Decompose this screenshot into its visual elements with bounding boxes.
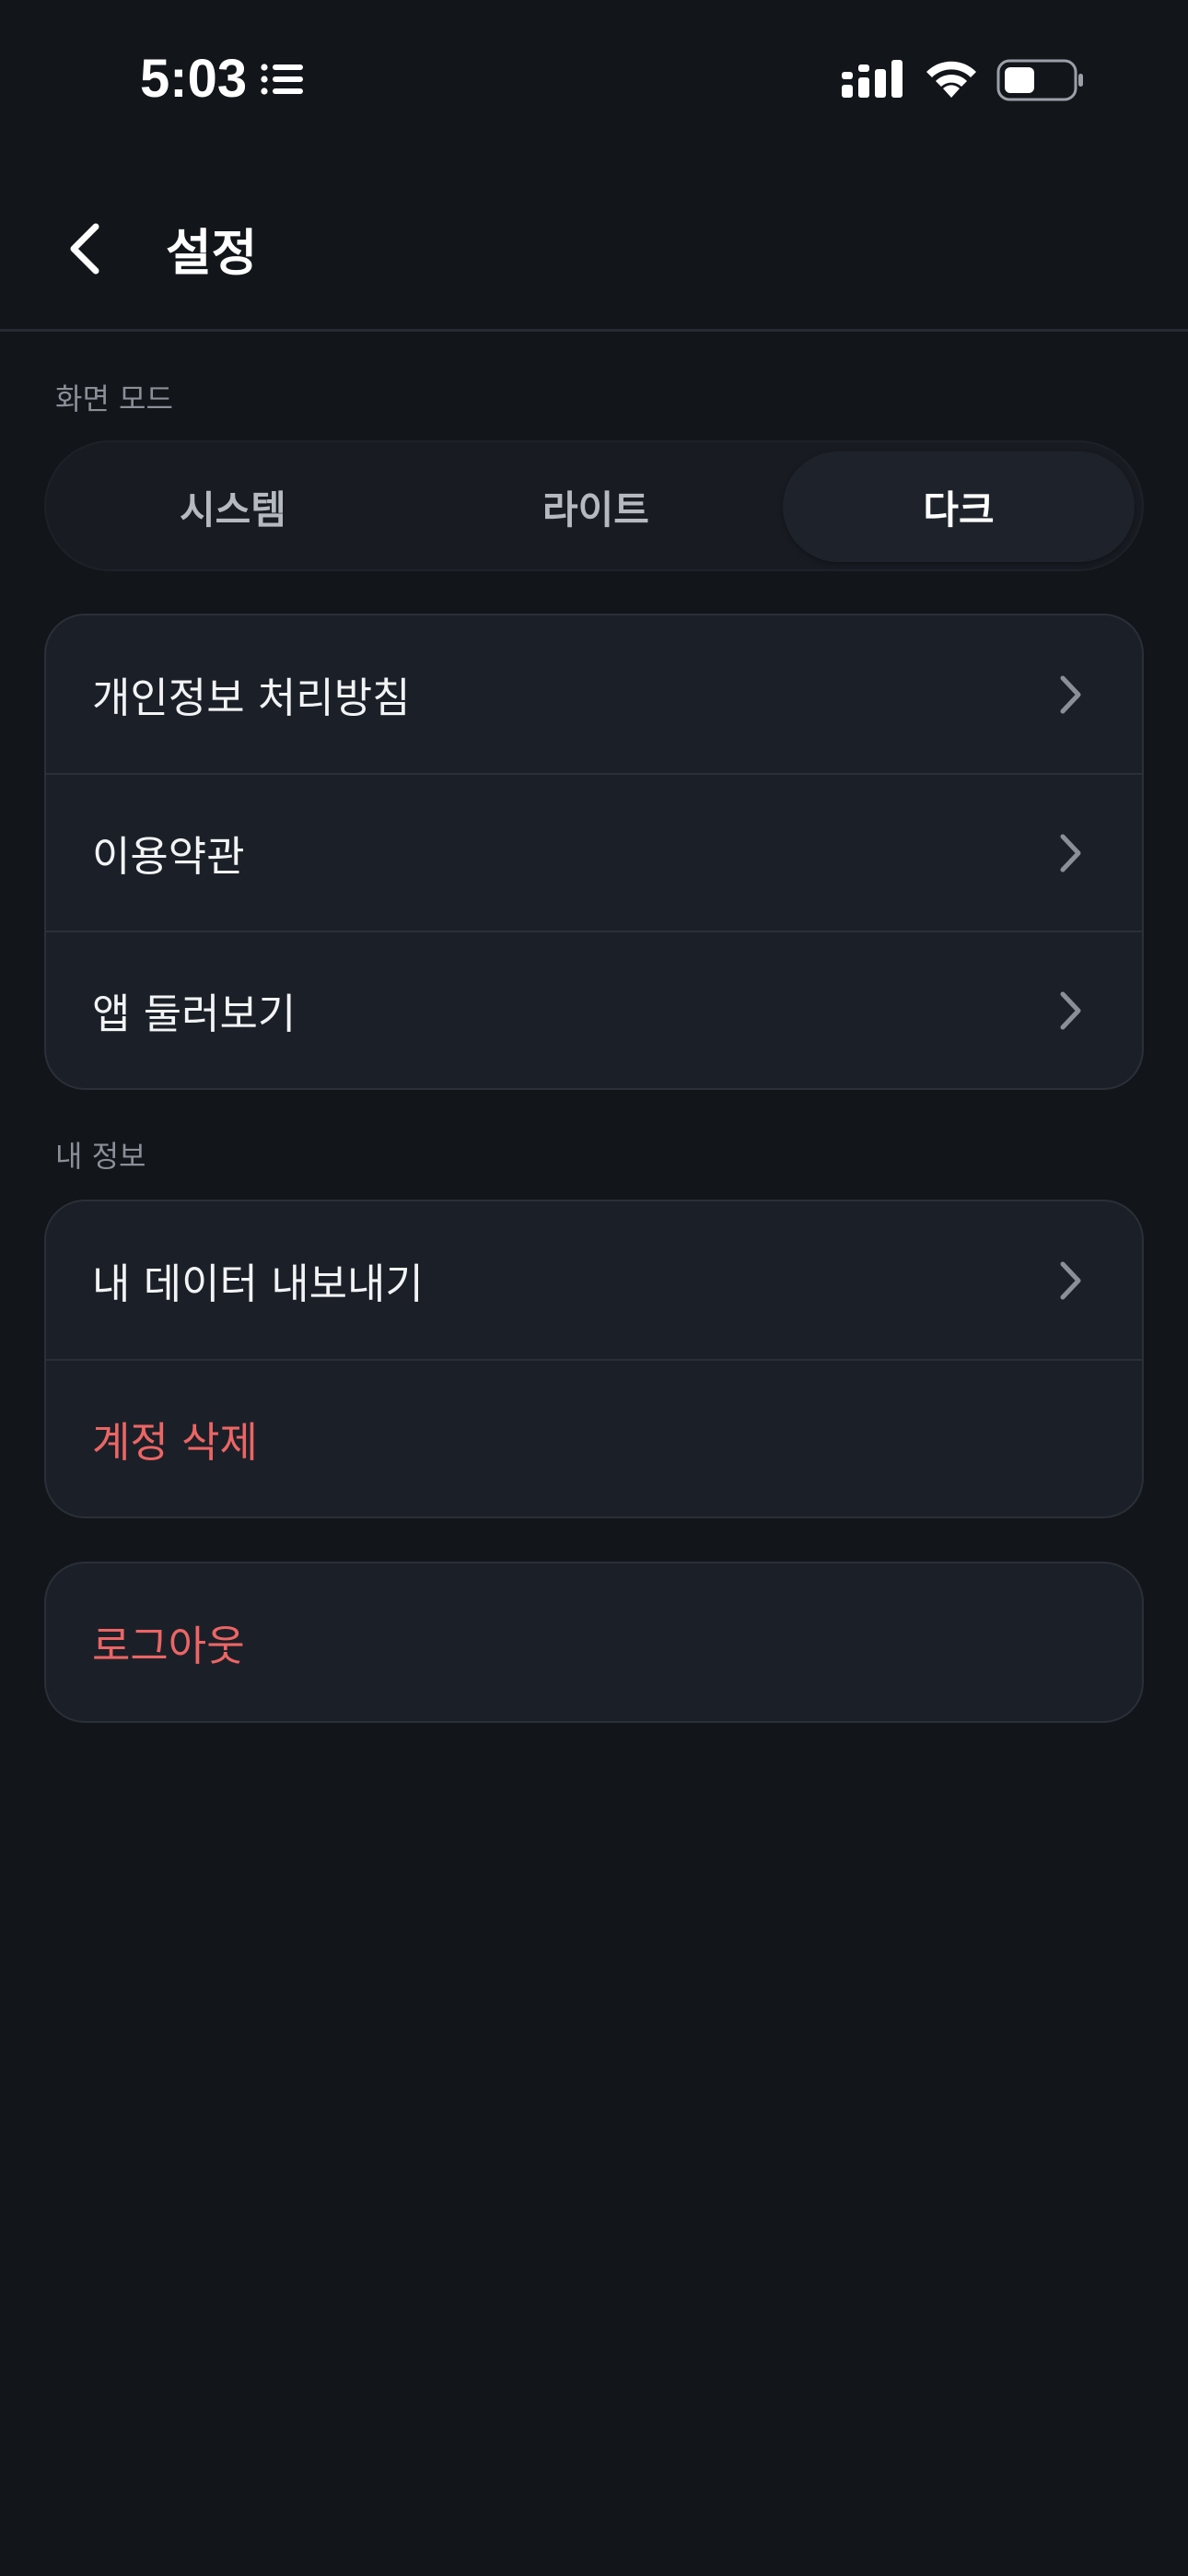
mode-option-light[interactable]: 라이트 bbox=[420, 451, 772, 562]
delete-account-label: 계정 삭제 bbox=[92, 1418, 258, 1467]
mode-option-system[interactable]: 시스템 bbox=[57, 451, 409, 562]
menu-item-app-tour[interactable]: 앱 둘러보기 bbox=[46, 931, 1142, 1088]
back-button[interactable] bbox=[55, 214, 114, 284]
chevron-right-icon bbox=[1060, 991, 1081, 1029]
delete-account-button[interactable]: 계정 삭제 bbox=[46, 1359, 1142, 1516]
my-info-label: 내 정보 bbox=[55, 1139, 146, 1174]
menu-item-label: 앱 둘러보기 bbox=[92, 989, 297, 1038]
display-mode-label: 화면 모드 bbox=[55, 381, 173, 416]
logout-button[interactable]: 로그아웃 bbox=[46, 1563, 1142, 1721]
mode-option-dark[interactable]: 다크 bbox=[783, 451, 1135, 562]
my-info-card: 내 데이터 내보내기 계정 삭제 bbox=[44, 1200, 1144, 1518]
battery-icon bbox=[996, 59, 1083, 101]
info-menu-card: 개인정보 처리방침 이용약관 앱 둘러보기 bbox=[44, 614, 1144, 1090]
menu-item-label: 내 데이터 내보내기 bbox=[92, 1259, 424, 1308]
page-title: 설정 bbox=[166, 224, 258, 282]
menu-item-label: 개인정보 처리방침 bbox=[92, 673, 411, 722]
display-mode-selector: 시스템 라이트 다크 bbox=[44, 440, 1144, 571]
chevron-right-icon bbox=[1060, 834, 1081, 872]
menu-item-terms[interactable]: 이용약관 bbox=[46, 773, 1142, 931]
chevron-left-icon bbox=[70, 223, 99, 275]
logout-card: 로그아웃 bbox=[44, 1562, 1144, 1723]
menu-item-export-data[interactable]: 내 데이터 내보내기 bbox=[46, 1201, 1142, 1359]
menu-item-privacy-policy[interactable]: 개인정보 처리방침 bbox=[46, 615, 1142, 773]
chevron-right-icon bbox=[1060, 1261, 1081, 1299]
status-bar: 5:03 bbox=[0, 0, 1188, 161]
nav-header: 설정 bbox=[0, 161, 1188, 332]
header-divider bbox=[0, 329, 1188, 332]
signal-icon bbox=[842, 60, 903, 98]
wifi-icon bbox=[926, 61, 976, 98]
chevron-right-icon bbox=[1060, 675, 1081, 713]
settings-screen: 5:03 설정 화면 모드 시스템 라이트 다크 개인정보 처리방침 이용약관 … bbox=[0, 0, 1188, 2576]
menu-item-label: 이용약관 bbox=[92, 832, 245, 881]
status-time: 5:03 bbox=[140, 49, 248, 109]
list-icon bbox=[261, 64, 303, 95]
logout-label: 로그아웃 bbox=[92, 1622, 245, 1670]
